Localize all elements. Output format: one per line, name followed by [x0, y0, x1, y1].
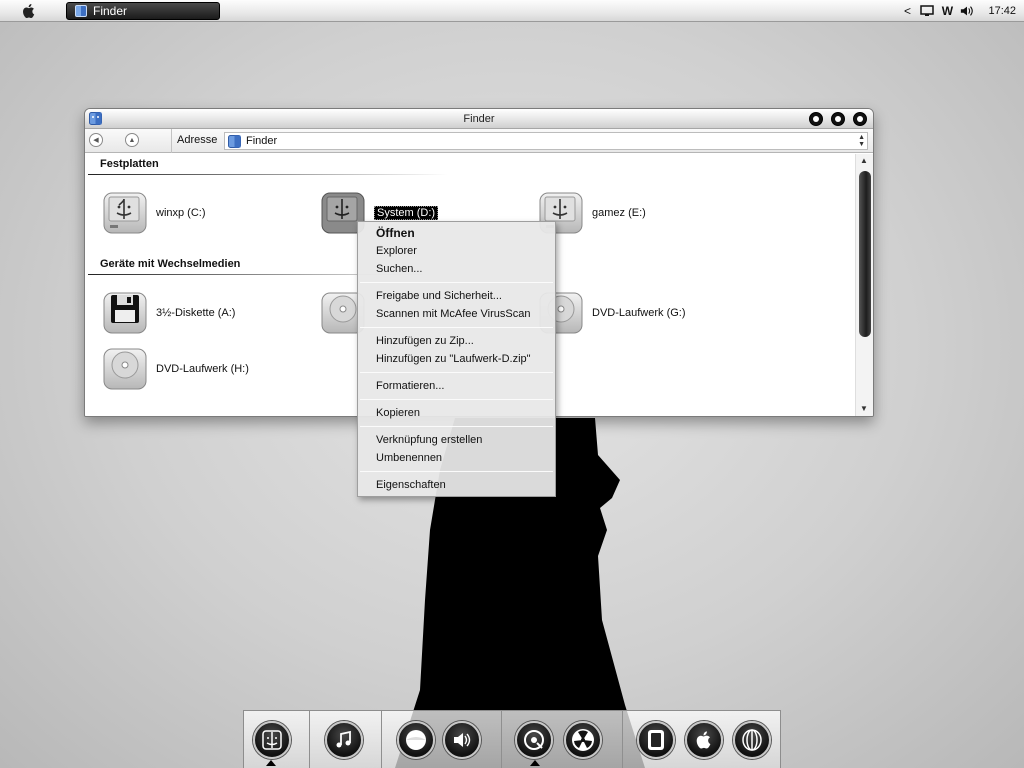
drive-label-selected: System (D:) [374, 206, 439, 220]
radiation-icon [572, 729, 594, 751]
menu-item-explorer[interactable]: Explorer [358, 242, 555, 260]
back-button[interactable]: ◀ [89, 133, 103, 147]
menubar: Finder < W 17:42 [0, 0, 1024, 22]
menu-item-add-named-zip[interactable]: Hinzufügen zu "Laufwerk-D.zip" [358, 350, 555, 368]
optical-drive-icon [103, 348, 147, 390]
dock-divider [501, 711, 502, 768]
dock-media-player[interactable] [397, 721, 435, 759]
dock-itunes[interactable] [325, 721, 363, 759]
floppy-drive-icon [103, 292, 147, 334]
dock-notes[interactable] [637, 721, 675, 759]
taskbar-finder-button[interactable]: Finder [66, 2, 220, 20]
menu-item-open[interactable]: Öffnen [358, 224, 555, 242]
taskbar-finder-label: Finder [93, 4, 128, 18]
close-button[interactable] [853, 112, 867, 126]
scroll-thumb[interactable] [859, 171, 871, 337]
section-title-festplatten: Festplatten [100, 158, 159, 170]
drive-label: gamez (E:) [592, 207, 646, 219]
menu-separator [360, 471, 553, 472]
finder-icon [75, 5, 87, 17]
scroll-down-icon[interactable]: ▼ [860, 404, 868, 413]
menu-item-properties[interactable]: Eigenschaften [358, 476, 555, 494]
finder-icon [228, 134, 241, 148]
running-indicator-finder [266, 760, 276, 766]
drive-label: 3½-Diskette (A:) [156, 307, 236, 319]
menu-item-copy[interactable]: Kopieren [358, 404, 555, 422]
system-tray: < W 17:42 [900, 0, 1024, 22]
disc-burner-icon [524, 730, 544, 750]
drive-item-h[interactable]: DVD-Laufwerk (H:) [101, 347, 249, 391]
drive-label: DVD-Laufwerk (G:) [592, 307, 686, 319]
orb-icon [742, 729, 762, 751]
window-title: Finder [463, 113, 495, 125]
dock-divider [622, 711, 623, 768]
dock-finder[interactable] [253, 721, 291, 759]
window-controls [809, 112, 867, 126]
drive-label: winxp (C:) [156, 207, 206, 219]
finder-icon [262, 730, 282, 750]
menu-item-virusscan[interactable]: Scannen mit McAfee VirusScan [358, 305, 555, 323]
dock-divider [381, 711, 382, 768]
apple-icon [696, 731, 711, 749]
running-indicator-disc-burner [530, 760, 540, 766]
context-menu: Öffnen Explorer Suchen... Freigabe und S… [357, 221, 556, 497]
menu-item-sharing[interactable]: Freigabe und Sicherheit... [358, 287, 555, 305]
drive-item-g[interactable]: DVD-Laufwerk (G:) [537, 291, 686, 335]
drive-item-a[interactable]: 3½-Diskette (A:) [101, 291, 235, 335]
clock: 17:42 [988, 5, 1016, 17]
menu-separator [360, 399, 553, 400]
itunes-icon [336, 730, 351, 748]
menu-item-format[interactable]: Formatieren... [358, 377, 555, 395]
dock [243, 710, 781, 768]
up-button[interactable]: ▲ [125, 133, 139, 147]
address-label: Adresse [177, 134, 218, 146]
menu-item-search[interactable]: Suchen... [358, 260, 555, 278]
menu-separator [360, 282, 553, 283]
menu-separator [360, 426, 553, 427]
menu-item-create-shortcut[interactable]: Verknüpfung erstellen [358, 431, 555, 449]
volume-icon [454, 733, 471, 747]
scroll-up-icon[interactable]: ▲ [860, 156, 868, 165]
address-value: Finder [246, 135, 278, 147]
dock-volume[interactable] [443, 721, 481, 759]
toolbar-separator [171, 129, 172, 153]
hard-drive-icon [103, 192, 147, 234]
address-field[interactable]: Finder ▲ ▼ [224, 132, 868, 150]
vertical-scrollbar[interactable]: ▲ ▼ [855, 154, 873, 416]
dock-divider [309, 711, 310, 768]
speaker-icon[interactable] [960, 4, 974, 18]
finder-icon [89, 112, 102, 125]
dock-apple[interactable] [685, 721, 723, 759]
notes-icon [648, 730, 664, 750]
media-player-icon [406, 730, 426, 750]
minimize-button[interactable] [809, 112, 823, 126]
menu-separator [360, 372, 553, 373]
maximize-button[interactable] [831, 112, 845, 126]
apple-menu-icon[interactable] [20, 2, 38, 20]
dock-disc-burner[interactable] [515, 721, 553, 759]
drive-item-c[interactable]: winxp (C:) [101, 191, 206, 235]
dock-radiation[interactable] [564, 721, 602, 759]
menu-item-add-zip[interactable]: Hinzufügen zu Zip... [358, 332, 555, 350]
tray-expand-icon[interactable]: < [900, 4, 914, 18]
window-titlebar[interactable]: Finder [85, 109, 873, 129]
section-divider [88, 174, 448, 175]
monitor-icon[interactable] [920, 4, 935, 18]
address-dropdown-icon[interactable]: ▲ ▼ [858, 134, 865, 148]
wordmark-icon[interactable]: W [940, 4, 954, 18]
drive-label: DVD-Laufwerk (H:) [156, 363, 249, 375]
section-title-removable: Geräte mit Wechselmedien [100, 258, 241, 270]
dock-orb[interactable] [733, 721, 771, 759]
address-bar: ◀ ▲ Adresse Finder ▲ ▼ [85, 129, 873, 153]
menu-item-rename[interactable]: Umbenennen [358, 449, 555, 467]
menu-separator [360, 327, 553, 328]
